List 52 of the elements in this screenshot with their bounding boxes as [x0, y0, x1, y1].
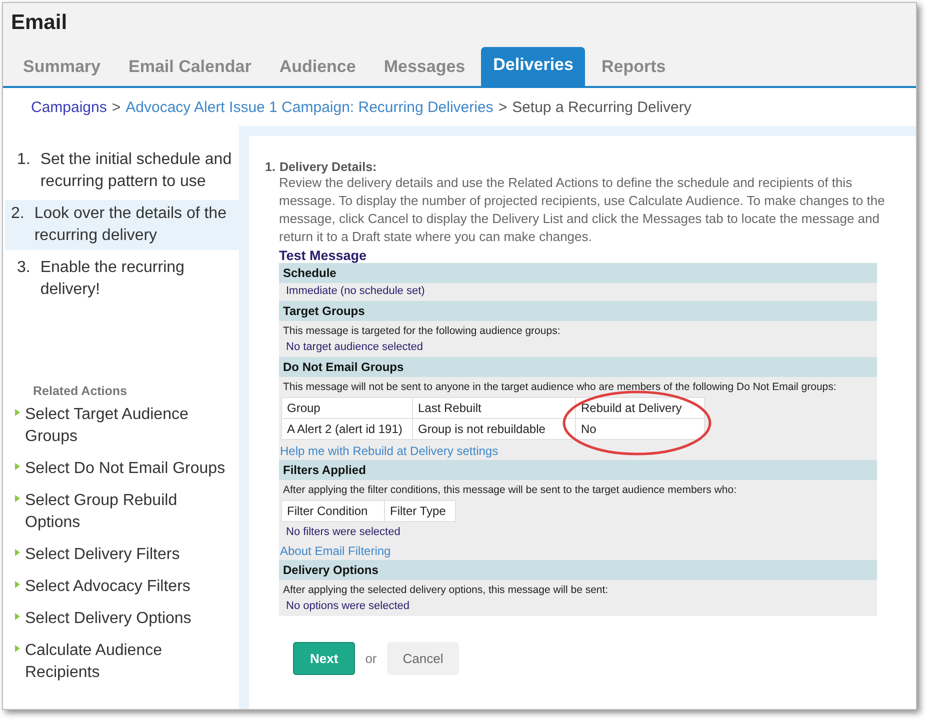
bullet-icon	[15, 409, 20, 416]
table-cell: A Alert 2 (alert id 191)	[282, 419, 412, 439]
section-note: This message is targeted for the following audience groups:	[282, 324, 562, 339]
column-header: Filter Type	[385, 501, 455, 521]
window-title: Email	[11, 11, 68, 36]
bullet-icon	[15, 613, 20, 620]
action-link[interactable]: Select Advocacy Filters	[25, 576, 190, 598]
breadcrumb-item[interactable]: Campaigns	[31, 99, 107, 116]
section-note: After applying the selected delivery options, this message will be sent:	[282, 583, 610, 598]
section-header: Filters Applied	[279, 460, 877, 480]
column-header: Group	[282, 398, 412, 418]
section-note: This message will not be sent to anyone in the target audience who are members of the following Do Not Email groups:	[282, 380, 838, 395]
bullet-icon	[15, 581, 20, 588]
section-value: No target audience selected	[285, 340, 424, 355]
column-header: Last Rebuilt	[413, 398, 575, 418]
action-link[interactable]: Select Delivery Filters	[25, 544, 180, 566]
action-link[interactable]: Select Do Not Email Groups	[25, 458, 226, 480]
section-header: Do Not Email Groups	[279, 357, 877, 377]
breadcrumb-item[interactable]: Advocacy Alert Issue 1 Campaign: Recurring Deliveries	[126, 99, 494, 116]
section-note: After applying the filter conditions, this message will be sent to the target audience members who:	[282, 483, 738, 498]
action-link[interactable]: Calculate Audience Recipients	[25, 640, 233, 684]
message-name: Test Message	[278, 248, 368, 263]
bullet-icon	[15, 463, 20, 470]
or-text: or	[365, 651, 377, 666]
table-cell: Group is not rebuildable	[413, 419, 575, 439]
column-header: Rebuild at Delivery	[576, 398, 704, 418]
bullet-icon	[15, 645, 20, 652]
wizard-step[interactable]: 1. Set the initial schedule and recurring pattern to use	[5, 146, 239, 196]
section-header: Target Groups	[279, 301, 877, 321]
wizard-step[interactable]: 2. Look over the details of the recurring delivery	[5, 200, 239, 250]
breadcrumb-separator: >	[498, 99, 508, 116]
nav-tab[interactable]: Deliveries	[481, 47, 586, 86]
cancel-button[interactable]: Cancel	[386, 642, 460, 675]
description-text: Review the delivery details and use the Related Actions to define the schedule and recipients of this message. To display the number of projected recipients, use Calculate Audience. To make changes to the message, click Cancel to display the Delivery List and click the Messages tab to locate the message and return it to a Draft state where you can make changes.	[278, 174, 886, 246]
bullet-icon	[15, 495, 20, 502]
action-link[interactable]: Select Delivery Options	[25, 608, 192, 630]
table-cell: No	[576, 419, 704, 439]
section-value: No options were selected	[285, 599, 411, 614]
wizard-step[interactable]: 3. Enable the recurring delivery!	[5, 254, 239, 304]
action-link[interactable]: Select Group Rebuild Options	[25, 490, 233, 534]
section-number: 1.	[265, 160, 276, 174]
breadcrumb-separator: >	[112, 99, 121, 116]
column-header: Filter Condition	[282, 501, 384, 521]
action-link[interactable]: Select Target Audience Groups	[25, 404, 233, 448]
section-title: Delivery Details:	[279, 160, 377, 174]
bullet-icon	[15, 549, 20, 556]
section-header: Delivery Options	[279, 560, 877, 580]
section-value: Immediate (no schedule set)	[285, 284, 426, 299]
section-header: Schedule	[279, 263, 877, 283]
breadcrumb-item: Setup a Recurring Delivery	[512, 99, 692, 116]
related-actions-heading: Related Actions	[33, 384, 128, 398]
section-value: No filters were selected	[285, 525, 402, 540]
